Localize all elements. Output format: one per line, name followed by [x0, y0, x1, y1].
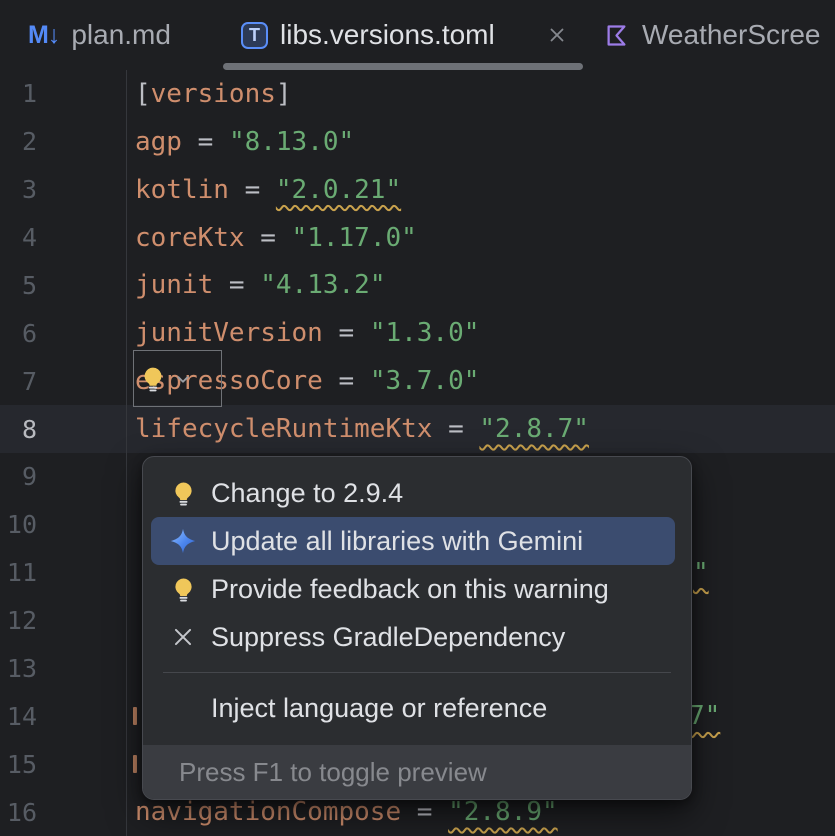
code-fragment: 7"	[689, 692, 720, 740]
popup-item-label: Suppress GradleDependency	[211, 622, 565, 653]
popup-item-label: Inject language or reference	[211, 693, 547, 724]
code-line: 3kotlin = "2.0.21"	[0, 166, 835, 214]
popup-item-label: Update all libraries with Gemini	[211, 526, 583, 557]
popup-item-label: Provide feedback on this warning	[211, 574, 609, 605]
suppress-cross-icon	[169, 623, 197, 651]
code-fragment: "	[693, 549, 709, 597]
no-icon	[169, 694, 197, 722]
code-line-text[interactable]: coreKtx = "1.17.0"	[127, 214, 835, 262]
line-number: 10	[0, 501, 127, 549]
code-line-text[interactable]: kotlin = "2.0.21"	[127, 166, 835, 214]
code-fragment	[133, 755, 137, 773]
line-number: 4	[0, 214, 127, 262]
popup-item-change-to-2-9-4[interactable]: Change to 2.9.4	[143, 469, 691, 517]
line-number: 15	[0, 740, 127, 788]
intention-bulb-button[interactable]	[133, 350, 222, 407]
lightbulb-icon	[169, 575, 197, 603]
line-number: 5	[0, 262, 127, 310]
code-line: 6junitVersion = "1.3.0"	[0, 309, 835, 357]
code-line-text[interactable]: [versions]	[127, 70, 835, 118]
code-line: 8lifecycleRuntimeKtx = "2.8.7"	[0, 405, 835, 453]
line-number: 1	[0, 70, 127, 118]
line-number: 3	[0, 166, 127, 214]
line-number: 7	[0, 357, 127, 405]
close-tab-icon[interactable]	[545, 23, 569, 47]
code-line: 4coreKtx = "1.17.0"	[0, 214, 835, 262]
code-line: 2agp = "8.13.0"	[0, 118, 835, 166]
code-line-text[interactable]: lifecycleRuntimeKtx = "2.8.7"	[127, 405, 835, 453]
code-line: 5junit = "4.13.2"	[0, 262, 835, 310]
tab-label: plan.md	[71, 19, 171, 51]
code-editor: 1[versions]2agp = "8.13.0"3kotlin = "2.0…	[0, 70, 835, 836]
markdown-file-icon: M↓	[28, 21, 59, 50]
popup-item-provide-feedback-on-this-warning[interactable]: Provide feedback on this warning	[143, 565, 691, 613]
code-line-text[interactable]: junitVersion = "1.3.0"	[127, 309, 835, 357]
code-line-text[interactable]: junit = "4.13.2"	[127, 262, 835, 310]
intention-popup-items: Change to 2.9.4 Update all libraries with…	[143, 457, 691, 745]
code-line-text[interactable]: agp = "8.13.0"	[127, 118, 835, 166]
intention-popup: Change to 2.9.4 Update all libraries with…	[142, 456, 692, 800]
popup-footer-hint: Press F1 to toggle preview	[143, 745, 691, 799]
line-number: 8	[0, 405, 127, 453]
gemini-sparkle-icon	[169, 527, 197, 555]
tab-weatherscreen[interactable]: WeatherScree	[583, 0, 835, 70]
tab-plan-md[interactable]: M↓ plan.md	[0, 0, 223, 70]
code-fragment	[133, 707, 137, 725]
toml-file-icon: T	[241, 22, 268, 49]
line-number: 16	[0, 788, 127, 836]
popup-item-suppress-gradledependency[interactable]: Suppress GradleDependency	[143, 613, 691, 661]
line-number: 2	[0, 118, 127, 166]
popup-item-update-all-libraries-with-gemini[interactable]: Update all libraries with Gemini	[151, 517, 675, 565]
kotlin-file-icon	[603, 22, 630, 49]
line-number: 9	[0, 453, 127, 501]
editor-tab-bar: M↓ plan.md T libs.versions.toml WeatherS…	[0, 0, 835, 70]
chevron-down-icon	[172, 368, 194, 390]
line-number: 11	[0, 549, 127, 597]
popup-item-label: Change to 2.9.4	[211, 478, 403, 509]
popup-separator	[163, 672, 671, 673]
tab-label: WeatherScree	[642, 19, 820, 51]
tab-label: libs.versions.toml	[280, 19, 495, 51]
code-line: 1[versions]	[0, 70, 835, 118]
tab-libs-versions-toml[interactable]: T libs.versions.toml	[223, 0, 583, 70]
line-number: 13	[0, 645, 127, 693]
active-tab-indicator	[223, 63, 583, 70]
line-number: 6	[0, 309, 127, 357]
lightbulb-icon	[139, 365, 167, 393]
lightbulb-icon	[169, 479, 197, 507]
line-number: 14	[0, 692, 127, 740]
line-number: 12	[0, 597, 127, 645]
code-line-text[interactable]: espressoCore = "3.7.0"	[127, 357, 835, 405]
code-line: 7espressoCore = "3.7.0"	[0, 357, 835, 405]
popup-item-inject-language-or-reference[interactable]: Inject language or reference	[143, 684, 691, 732]
